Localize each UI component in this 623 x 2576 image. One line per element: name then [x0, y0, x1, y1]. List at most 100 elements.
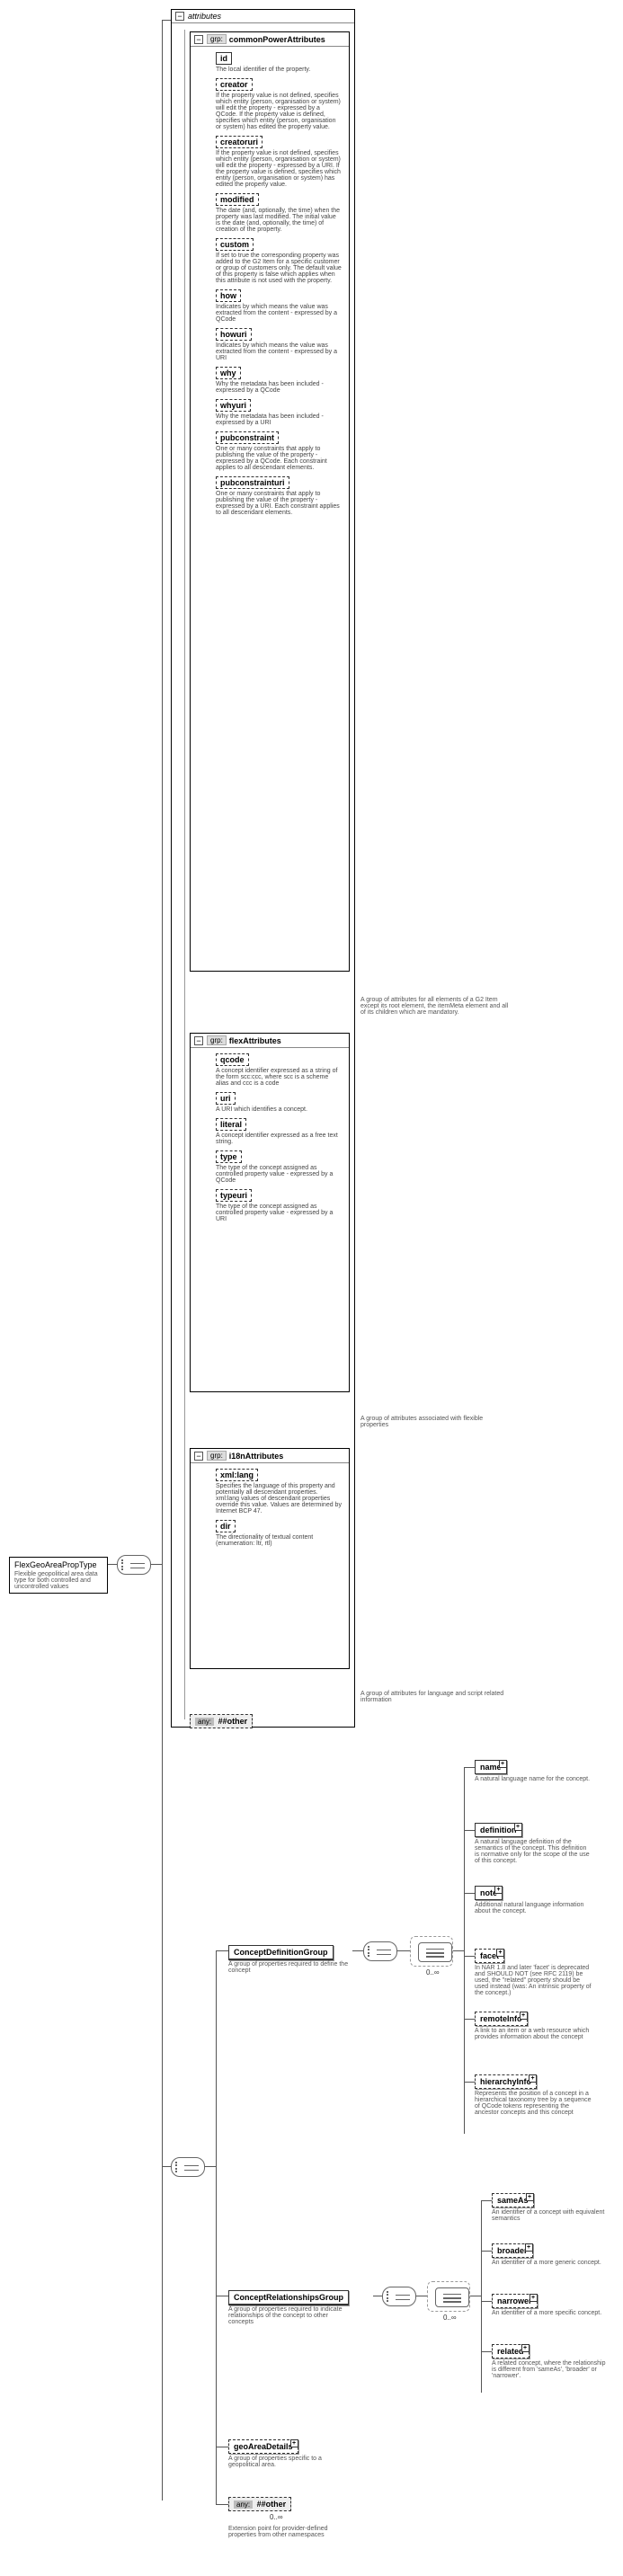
collapse-icon[interactable]: − [194, 35, 203, 44]
root-type-box: FlexGeoAreaPropType Flexible geopolitica… [9, 1557, 108, 1594]
sequence-compositor-2[interactable] [171, 2157, 205, 2177]
expand-icon[interactable]: + [521, 2344, 530, 2352]
element-sameAs[interactable]: sameAs+ [492, 2193, 534, 2207]
attribute-item: customIf set to true the corresponding p… [216, 238, 342, 284]
expand-icon[interactable]: + [526, 2193, 534, 2201]
connector [481, 2351, 492, 2352]
expand-icon[interactable]: + [514, 1823, 522, 1831]
connector [151, 1564, 162, 1565]
root-type-desc: Flexible geopolitical area data type for… [14, 1571, 102, 1590]
group-label: ConceptDefinitionGroup [234, 1948, 328, 1957]
concept-definition-group-desc: A group of properties required to define… [228, 1961, 354, 1974]
attribute-item: id The local identifier of the property. [216, 52, 342, 73]
attribute-desc: If set to true the corresponding propert… [216, 253, 342, 284]
any-other-attribute: any: ##other [190, 1714, 253, 1728]
attribute-desc: One or many constraints that apply to pu… [216, 446, 342, 471]
element-name[interactable]: name+ [475, 1760, 507, 1774]
attribute-item: whyuriWhy the metadata has been included… [216, 399, 342, 426]
attribute-desc: A URI which identifies a concept. [216, 1106, 342, 1113]
concept-definition-group[interactable]: ConceptDefinitionGroup [228, 1945, 334, 1960]
any-prefix: any: [234, 2500, 253, 2509]
element-broader[interactable]: broader+ [492, 2243, 533, 2258]
attribute-desc: The directionality of textual content (e… [216, 1534, 342, 1547]
connector [352, 1950, 363, 1951]
attribute-name: creatoruri [216, 136, 263, 148]
connector [397, 1950, 410, 1951]
expand-icon[interactable]: + [529, 2074, 537, 2083]
connector [205, 2166, 216, 2167]
expand-icon[interactable]: + [530, 2294, 538, 2302]
expand-icon[interactable]: + [499, 1760, 507, 1768]
group-label: ConceptRelationshipsGroup [234, 2293, 343, 2302]
cdg-choice-compositor[interactable] [418, 1942, 452, 1962]
attribute-name: xml:lang [216, 1469, 258, 1481]
element-related[interactable]: related+ [492, 2344, 530, 2358]
elem-desc: An identifier of a more specific concept… [492, 2310, 601, 2316]
attributes-header[interactable]: − attributes [172, 10, 354, 23]
crg-compositor[interactable] [382, 2287, 416, 2306]
collapse-icon[interactable]: − [194, 1452, 203, 1461]
attribute-item: creatoruriIf the property value is not d… [216, 136, 342, 188]
collapse-icon[interactable]: − [175, 12, 184, 21]
sequence-compositor[interactable] [117, 1555, 151, 1575]
flex-header[interactable]: − grp: flexAttributes [191, 1034, 349, 1048]
element-hierarchyInfo[interactable]: hierarchyInfo+ [475, 2074, 537, 2089]
attribute-desc: Indicates by which means the value was e… [216, 304, 342, 323]
elem-label: geoAreaDetails [234, 2442, 293, 2451]
expand-icon[interactable]: + [494, 1886, 503, 1894]
attribute-desc: The date (and, optionally, the time) whe… [216, 208, 342, 233]
attribute-name: literal [216, 1118, 246, 1131]
cpa-header[interactable]: − grp: commonPowerAttributes [191, 32, 349, 47]
attribute-desc: The local identifier of the property. [216, 67, 342, 73]
connector [481, 2200, 492, 2201]
attribute-name: id [216, 52, 232, 65]
geo-area-details-desc: A group of properties specific to a geop… [228, 2456, 345, 2468]
attribute-item: pubconstraintOne or many constraints tha… [216, 431, 342, 471]
elem-desc: Additional natural language information … [475, 1902, 592, 1914]
elem-desc: An identifier of a more generic concept. [492, 2260, 601, 2266]
i18n-header[interactable]: − grp: i18nAttributes [191, 1449, 349, 1463]
cdg-occur: 0..∞ [426, 1968, 440, 1976]
attribute-name: type [216, 1150, 242, 1163]
element-facet[interactable]: facet+ [475, 1949, 504, 1963]
elem-desc: A related concept, where the relationshi… [492, 2360, 609, 2379]
connector [464, 2082, 475, 2083]
geo-area-details-element[interactable]: geoAreaDetails + [228, 2439, 298, 2454]
attribute-name: how [216, 289, 241, 302]
attribute-name: why [216, 367, 241, 379]
concept-relationships-group[interactable]: ConceptRelationshipsGroup [228, 2290, 349, 2305]
cdg-compositor[interactable] [363, 1941, 397, 1961]
elem-label: sameAs [497, 2196, 529, 2205]
expand-icon[interactable]: + [496, 1949, 504, 1957]
connector [108, 1564, 117, 1565]
element-narrower[interactable]: narrower+ [492, 2294, 538, 2308]
element-definition[interactable]: definition+ [475, 1823, 522, 1837]
attribute-item: typeuri The type of the concept assigned … [216, 1189, 342, 1222]
attribute-desc: Why the metadata has been included - exp… [216, 381, 342, 394]
attribute-desc: The type of the concept assigned as cont… [216, 1204, 342, 1222]
connector [216, 2504, 228, 2505]
attribute-item: creatorIf the property value is not defi… [216, 78, 342, 130]
cpa-footnote: A group of attributes for all elements o… [360, 997, 509, 1016]
connector [216, 1950, 228, 1951]
attribute-item: qcodeA concept identifier expressed as a… [216, 1053, 342, 1087]
grp-prefix: grp: [207, 34, 227, 44]
elem-desc: A natural language definition of the sem… [475, 1839, 592, 1864]
element-remoteInfo[interactable]: remoteInfo+ [475, 2012, 528, 2026]
flex-attributes-box: − grp: flexAttributes qcodeA concept ide… [190, 1033, 350, 1392]
crg-choice-compositor[interactable] [435, 2287, 469, 2307]
elem-label: broader [497, 2246, 528, 2255]
expand-icon[interactable]: + [520, 2012, 528, 2020]
attribute-item: howuriIndicates by which means the value… [216, 328, 342, 361]
flex-footnote: A group of attributes associated with fl… [360, 1416, 509, 1428]
expand-icon[interactable]: + [290, 2439, 298, 2447]
connector [453, 1950, 464, 1951]
element-note[interactable]: note+ [475, 1886, 503, 1900]
attribute-name: modified [216, 193, 259, 206]
attribute-item: literalA concept identifier expressed as… [216, 1118, 342, 1145]
attribute-item: dirThe directionality of textual content… [216, 1520, 342, 1547]
attribute-name: typeuri [216, 1189, 252, 1202]
expand-icon[interactable]: + [525, 2243, 533, 2252]
any-occur: 0..∞ [270, 2513, 283, 2521]
collapse-icon[interactable]: − [194, 1036, 203, 1045]
